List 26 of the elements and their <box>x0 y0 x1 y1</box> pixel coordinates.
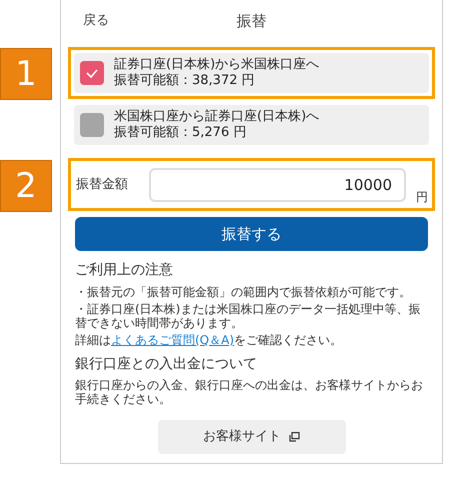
amount-label: 振替金額 <box>76 176 129 194</box>
note-text: ・振替元の「振替可能金額」の範囲内で振替依頼が可能です。 <box>75 285 412 299</box>
note-text: 詳細は よくあるご質問(Q＆A)をご確認ください。 <box>75 333 344 347</box>
available-amount: 振替可能額：38,372 円 <box>114 73 256 89</box>
customer-site-button[interactable]: お客様サイト <box>158 420 346 454</box>
page-title: 振替 <box>236 10 266 32</box>
transfer-button[interactable]: 振替する <box>75 217 428 251</box>
external-window-icon <box>289 432 300 442</box>
available-amount: 振替可能額：5,276 円 <box>114 125 248 141</box>
step-badge: 1 <box>0 48 52 100</box>
note-text: ・証券口座(日本株)または米国株口座のデータ一括処理中等、振替できない時間帯があります。 <box>75 302 422 330</box>
section-heading: 銀行口座との入出金について <box>75 355 258 374</box>
transfer-option[interactable]: 米国株口座から証券口座(日本株)へ 振替可能額：5,276 円 <box>74 105 429 145</box>
currency-unit: 円 <box>416 189 428 206</box>
faq-link[interactable]: よくあるご質問(Q＆A) <box>111 333 234 347</box>
back-link[interactable]: 戻る <box>83 11 109 31</box>
option-direction: 証券口座(日本株)から米国株口座へ <box>114 57 320 73</box>
check-icon <box>86 68 98 78</box>
bank-note: 銀行口座からの入金、銀行口座への出金は、お客様サイトからお手続きください。 <box>75 378 424 406</box>
transfer-option[interactable]: 証券口座(日本株)から米国株口座へ 振替可能額：38,372 円 <box>74 53 429 93</box>
amount-field[interactable]: 10000 <box>148 168 406 202</box>
section-heading: ご利用上の注意 <box>75 261 174 280</box>
checkbox[interactable] <box>80 61 104 85</box>
step-badge: 2 <box>0 160 52 212</box>
checkbox[interactable] <box>80 113 104 137</box>
option-direction: 米国株口座から証券口座(日本株)へ <box>114 109 320 125</box>
